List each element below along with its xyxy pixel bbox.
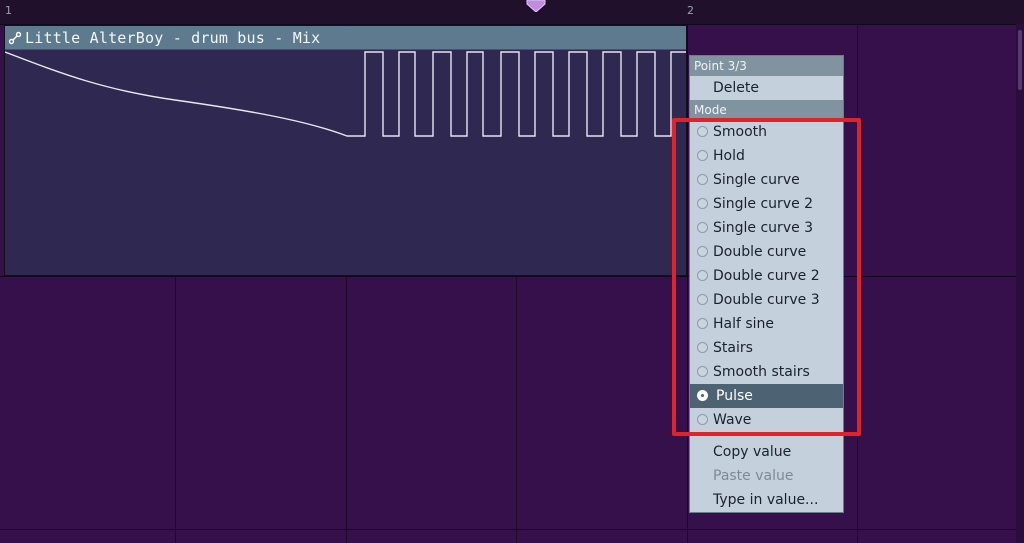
menu-item-label: Delete bbox=[713, 80, 759, 96]
bar-number-2: 2 bbox=[687, 4, 694, 17]
track-divider bbox=[0, 529, 1024, 530]
menu-item-label: Paste value bbox=[713, 468, 794, 484]
automation-clip[interactable]: Little AlterBoy - drum bus - Mix bbox=[4, 25, 687, 276]
menu-item-copy-value[interactable]: Copy value bbox=[690, 440, 843, 464]
menu-item-delete[interactable]: Delete bbox=[690, 76, 843, 100]
scrollbar-thumb[interactable] bbox=[1018, 30, 1022, 90]
menu-item-label: Copy value bbox=[713, 444, 792, 460]
automation-curve[interactable] bbox=[5, 50, 686, 275]
menu-header-mode: Mode bbox=[690, 100, 843, 120]
menu-item-label: Type in value... bbox=[713, 492, 819, 508]
menu-item-type-in-value[interactable]: Type in value... bbox=[690, 488, 843, 512]
vertical-scrollbar[interactable] bbox=[1016, 24, 1024, 543]
automation-link-icon bbox=[8, 31, 22, 44]
clip-title: Little AlterBoy - drum bus - Mix bbox=[25, 28, 321, 47]
playlist-canvas[interactable]: 1 2 Little AlterBoy - drum bus - Mix Poi… bbox=[0, 0, 1024, 543]
menu-item-paste-value: Paste value bbox=[690, 464, 843, 488]
automation-curve-line bbox=[5, 51, 686, 137]
playhead-marker-icon[interactable] bbox=[526, 0, 546, 12]
highlight-annotation-box bbox=[672, 118, 861, 436]
bar-number-1: 1 bbox=[5, 4, 12, 17]
clip-header[interactable]: Little AlterBoy - drum bus - Mix bbox=[5, 26, 686, 50]
timeline-ruler[interactable]: 1 2 bbox=[0, 0, 1024, 25]
track-divider bbox=[0, 276, 1024, 277]
menu-header-point: Point 3/3 bbox=[690, 56, 843, 76]
